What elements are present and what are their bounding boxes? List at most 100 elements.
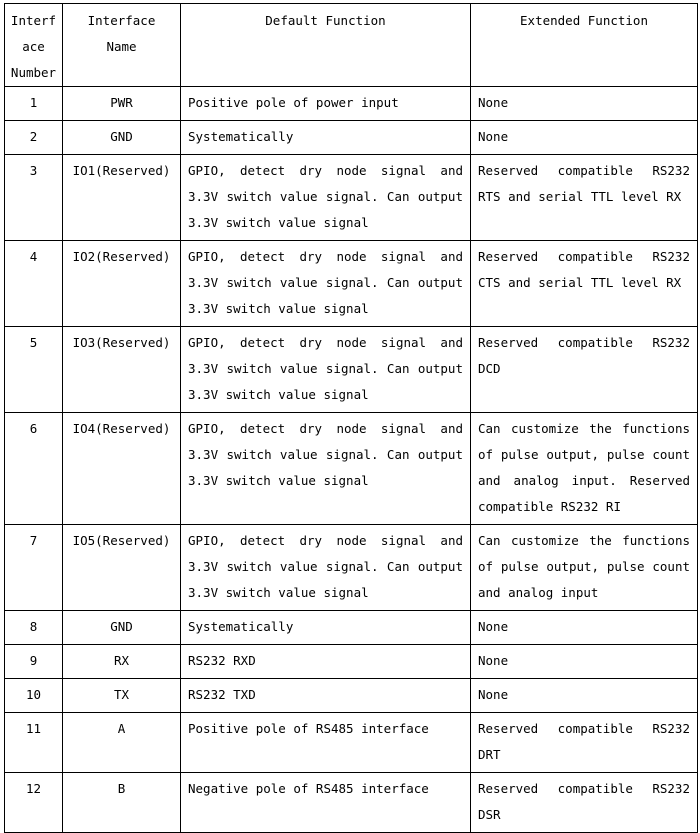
cell-default-function-text: Systematically: [188, 129, 294, 144]
cell-interface-name-text: GND: [110, 619, 133, 634]
cell-interface-name: A: [62, 712, 181, 773]
cell-default-function: GPIO, detect dry node signal and 3.3V sw…: [180, 154, 471, 241]
cell-default-function: Systematically: [180, 120, 471, 155]
cell-interface-name: IO1(Reserved): [62, 154, 181, 241]
cell-interface-name: RX: [62, 644, 181, 679]
cell-interface-name: IO4(Reserved): [62, 412, 181, 525]
cell-extended-function: None: [470, 678, 698, 713]
cell-interface-name-text: PWR: [110, 95, 133, 110]
cell-interface-name-text: IO1(Reserved): [72, 163, 171, 178]
cell-interface-number: 1: [4, 86, 63, 121]
cell-default-function-text: Negative pole of RS485 interface: [188, 781, 429, 796]
cell-interface-number: 3: [4, 154, 63, 241]
cell-extended-function-text: None: [478, 653, 509, 668]
cell-interface-number-text: 2: [29, 129, 38, 144]
cell-interface-number-text: 1: [29, 95, 38, 110]
cell-default-function-text: RS232 RXD: [188, 653, 256, 668]
table-row: 2 GND Systematically None: [4, 120, 698, 155]
header-line-2: ace: [22, 39, 45, 54]
cell-extended-function: None: [470, 86, 698, 121]
cell-interface-name-text: B: [117, 781, 126, 796]
cell-default-function: GPIO, detect dry node signal and 3.3V sw…: [180, 240, 471, 327]
cell-interface-name: GND: [62, 610, 181, 645]
table-row: 7 IO5(Reserved) GPIO, detect dry node sign…: [4, 524, 698, 611]
header-line-3: Number: [10, 65, 57, 80]
cell-extended-function: None: [470, 644, 698, 679]
cell-default-function: GPIO, detect dry node signal and 3.3V sw…: [180, 524, 471, 611]
table-row: 8 GND Systematically None: [4, 610, 698, 645]
cell-default-function: GPIO, detect dry node signal and 3.3V sw…: [180, 412, 471, 525]
cell-extended-function: None: [470, 120, 698, 155]
cell-extended-function-text: None: [478, 687, 509, 702]
cell-default-function-text: GPIO, detect dry node signal and 3.3V sw…: [188, 249, 463, 316]
table-row: 11 A Positive pole of RS485 interface Reser…: [4, 712, 698, 773]
cell-default-function-text: Positive pole of power input: [188, 95, 399, 110]
cell-interface-name-text: IO4(Reserved): [72, 421, 171, 436]
column-header-extended-function: Extended Function: [470, 3, 698, 87]
cell-interface-name: IO3(Reserved): [62, 326, 181, 413]
cell-interface-number-text: 10: [25, 687, 42, 702]
cell-default-function-text: GPIO, detect dry node signal and 3.3V sw…: [188, 163, 463, 230]
table-body: Interf ace Number Interface Name Default…: [4, 3, 698, 833]
cell-interface-number: 9: [4, 644, 63, 679]
cell-interface-name: B: [62, 772, 181, 833]
table-row: 1 PWR Positive pole of power input None: [4, 86, 698, 121]
cell-interface-name: GND: [62, 120, 181, 155]
cell-interface-name-text: A: [117, 721, 126, 736]
cell-default-function-text: RS232 TXD: [188, 687, 256, 702]
header-line-1: Interf: [10, 13, 57, 28]
column-header-default-function: Default Function: [180, 3, 471, 87]
cell-interface-name: IO2(Reserved): [62, 240, 181, 327]
cell-default-function: GPIO, detect dry node signal and 3.3V sw…: [180, 326, 471, 413]
cell-interface-number: 2: [4, 120, 63, 155]
cell-interface-number: 7: [4, 524, 63, 611]
cell-interface-name: PWR: [62, 86, 181, 121]
cell-extended-function-text: Can customize the functions of pulse out…: [478, 533, 690, 600]
cell-interface-number: 12: [4, 772, 63, 833]
cell-default-function: Systematically: [180, 610, 471, 645]
cell-interface-name-text: TX: [113, 687, 130, 702]
cell-extended-function-text: Reserved compatible RS232 CTS and serial…: [478, 249, 690, 290]
cell-extended-function-text: Reserved compatible RS232 DSR: [478, 781, 690, 822]
cell-default-function: Positive pole of RS485 interface: [180, 712, 471, 773]
cell-default-function: Positive pole of power input: [180, 86, 471, 121]
cell-extended-function-text: Can customize the functions of pulse out…: [478, 421, 690, 514]
table-row: 10 TX RS232 TXD None: [4, 678, 698, 713]
cell-default-function-text: GPIO, detect dry node signal and 3.3V sw…: [188, 335, 463, 402]
cell-default-function: RS232 TXD: [180, 678, 471, 713]
cell-interface-number: 11: [4, 712, 63, 773]
cell-interface-number-text: 3: [29, 163, 38, 178]
cell-interface-name-text: GND: [110, 129, 133, 144]
interface-table-container: Interf ace Number Interface Name Default…: [4, 3, 698, 833]
table-row: 12 B Negative pole of RS485 interface Reser…: [4, 772, 698, 833]
cell-extended-function: Reserved compatible RS232 DSR: [470, 772, 698, 833]
cell-default-function: Negative pole of RS485 interface: [180, 772, 471, 833]
table-row: 6 IO4(Reserved) GPIO, detect dry node sign…: [4, 412, 698, 525]
cell-extended-function: Can customize the functions of pulse out…: [470, 524, 698, 611]
cell-default-function-text: Positive pole of RS485 interface: [188, 721, 429, 736]
cell-extended-function: Reserved compatible RS232 CTS and serial…: [470, 240, 698, 327]
cell-interface-number: 6: [4, 412, 63, 525]
cell-interface-number-text: 4: [29, 249, 38, 264]
cell-interface-name-text: IO3(Reserved): [72, 335, 171, 350]
cell-extended-function-text: None: [478, 95, 509, 110]
table-row: 3 IO1(Reserved) GPIO, detect dry node sign…: [4, 154, 698, 241]
cell-interface-number: 10: [4, 678, 63, 713]
cell-interface-name: IO5(Reserved): [62, 524, 181, 611]
cell-interface-number-text: 7: [29, 533, 38, 548]
cell-interface-name-text: RX: [113, 653, 130, 668]
cell-interface-number: 4: [4, 240, 63, 327]
cell-interface-number-text: 5: [29, 335, 38, 350]
cell-default-function-text: Systematically: [188, 619, 294, 634]
cell-interface-number-text: 8: [29, 619, 38, 634]
column-header-interface-name: Interface Name: [62, 3, 181, 87]
cell-extended-function: Reserved compatible RS232 RTS and serial…: [470, 154, 698, 241]
cell-extended-function-text: Reserved compatible RS232 DCD: [478, 335, 690, 376]
cell-extended-function: Can customize the functions of pulse out…: [470, 412, 698, 525]
cell-extended-function: Reserved compatible RS232 DRT: [470, 712, 698, 773]
cell-default-function: RS232 RXD: [180, 644, 471, 679]
cell-extended-function-text: Reserved compatible RS232 RTS and serial…: [478, 163, 690, 204]
cell-interface-name-text: IO5(Reserved): [72, 533, 171, 548]
cell-interface-number: 5: [4, 326, 63, 413]
cell-interface-name: TX: [62, 678, 181, 713]
